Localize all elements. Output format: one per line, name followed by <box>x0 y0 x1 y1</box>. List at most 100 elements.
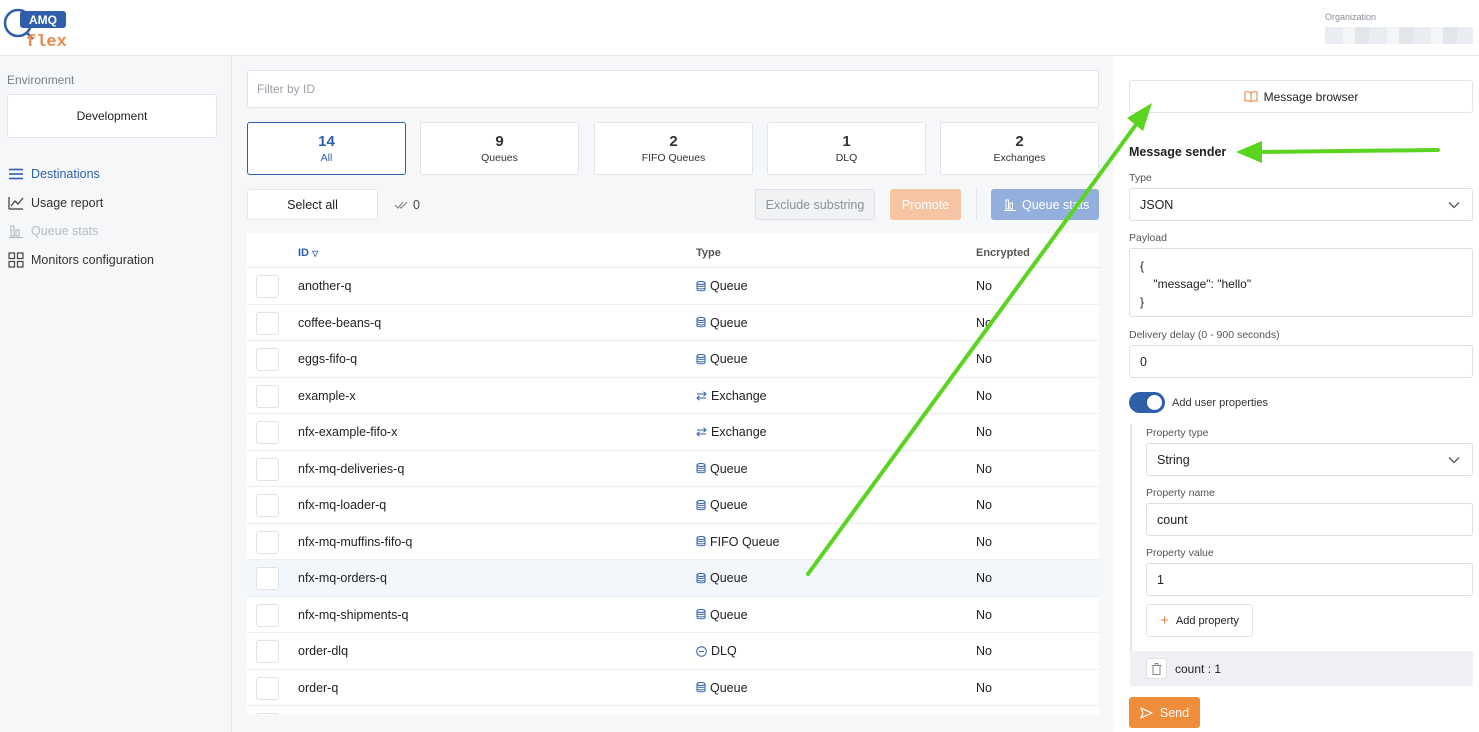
destination-type-label: Queue <box>710 279 748 293</box>
table-row[interactable]: nfx-mq-loader-q Queue No <box>247 487 1099 524</box>
row-checkbox[interactable] <box>256 457 279 481</box>
card-count: 9 <box>495 133 504 150</box>
property-name-label: Property name <box>1146 487 1215 499</box>
row-checkbox[interactable] <box>256 421 279 444</box>
message-browser-button[interactable]: Message browser <box>1129 80 1473 113</box>
database-icon <box>696 280 706 291</box>
destination-id[interactable]: order-q <box>298 681 338 695</box>
table-row[interactable]: nfx-mq-shipments-q Queue No <box>247 597 1099 633</box>
destination-type: Queue <box>696 279 748 293</box>
organization-selector[interactable] <box>1325 27 1473 44</box>
sidebar-item-usage-report[interactable]: Usage report <box>8 189 154 218</box>
card-fifo-queues[interactable]: 2 FIFO Queues <box>594 122 753 175</box>
destination-encrypted: No <box>976 461 992 476</box>
sidebar-item-label: Queue stats <box>31 224 99 239</box>
card-label: All <box>320 152 333 164</box>
list-icon <box>9 168 23 180</box>
row-checkbox[interactable] <box>256 713 279 715</box>
row-checkbox[interactable] <box>256 676 279 700</box>
property-type-select[interactable]: String <box>1146 443 1473 476</box>
table-row[interactable]: nfx-mq-orders-q Queue No <box>247 560 1099 597</box>
sidebar-item-queue-stats[interactable]: Queue stats <box>8 217 154 246</box>
table-row[interactable]: coffee-beans-q Queue No <box>247 305 1099 341</box>
card-label: DLQ <box>835 152 858 164</box>
row-checkbox[interactable] <box>256 311 279 335</box>
destination-type: Exchange <box>696 425 767 439</box>
property-value-input[interactable]: 1 <box>1146 563 1473 596</box>
destination-id[interactable]: another-q <box>298 279 352 293</box>
row-checkbox[interactable] <box>256 567 279 590</box>
destination-type-label: DLQ <box>711 644 737 658</box>
destination-encrypted: No <box>976 498 992 512</box>
destination-id[interactable]: eggs-fifo-q <box>298 352 357 366</box>
destination-type: Queue <box>696 462 748 476</box>
table-row[interactable]: example-x Exchange No <box>247 378 1099 414</box>
card-all[interactable]: 14 All <box>247 122 406 175</box>
user-properties-toggle[interactable] <box>1129 392 1165 413</box>
destination-id[interactable]: nfx-mq-muffins-fifo-q <box>298 535 412 549</box>
card-label: Exchanges <box>993 152 1046 164</box>
delivery-delay-input[interactable]: 0 <box>1129 345 1473 378</box>
row-checkbox[interactable] <box>256 603 279 627</box>
database-icon <box>696 536 706 547</box>
row-checkbox[interactable] <box>256 530 279 554</box>
card-exchanges[interactable]: 2 Exchanges <box>940 122 1099 175</box>
filter-by-id-input[interactable] <box>247 70 1099 108</box>
exclude-substring-button[interactable]: Exclude substring <box>755 189 875 220</box>
property-name-input[interactable]: count <box>1146 503 1473 536</box>
logo-text-top: AMQ <box>29 13 57 27</box>
table-row[interactable]: order-dlq DLQ No <box>247 633 1099 670</box>
sidebar-nav: Destinations Usage report Queue stats Mo… <box>8 160 154 274</box>
row-checkbox[interactable] <box>256 348 279 371</box>
sidebar-item-monitors-configuration[interactable]: Monitors configuration <box>8 246 154 275</box>
database-icon <box>696 682 706 693</box>
message-type-select[interactable]: JSON <box>1129 188 1473 221</box>
row-checkbox[interactable] <box>256 275 279 298</box>
table-body: another-q Queue No coffee-beans-q Queue No egg… <box>247 268 1099 715</box>
select-all-button[interactable]: Select all <box>247 189 378 220</box>
amq-flex-logo[interactable]: AMQ flex <box>2 4 72 50</box>
destination-id[interactable]: nfx-mq-deliveries-q <box>298 462 404 476</box>
destination-encrypted: No <box>976 571 992 585</box>
selected-count-value: 0 <box>413 198 420 212</box>
destination-encrypted: No <box>976 644 992 658</box>
add-property-button[interactable]: + Add property <box>1146 604 1253 637</box>
sidebar-item-label: Monitors configuration <box>31 252 154 267</box>
destination-encrypted: No <box>976 534 992 549</box>
bar-chart-icon <box>1004 199 1016 211</box>
queue-stats-button[interactable]: Queue stats <box>991 189 1099 220</box>
sidebar-item-destinations[interactable]: Destinations <box>8 160 154 189</box>
destination-id[interactable]: nfx-mq-orders-q <box>298 571 387 585</box>
table-row[interactable]: eggs-fifo-q Queue No <box>247 341 1099 378</box>
card-count: 2 <box>669 133 678 150</box>
chart-line-icon <box>8 196 24 210</box>
promote-button[interactable]: Promote <box>890 189 961 220</box>
sidebar: Environment Development Destinations Usa… <box>0 56 232 732</box>
destination-type-label: Queue <box>710 498 748 512</box>
table-row[interactable]: nfx-example-fifo-x Exchange No <box>247 414 1099 451</box>
send-button[interactable]: Send <box>1129 697 1200 728</box>
card-label: Queues <box>481 152 518 164</box>
destination-id[interactable]: nfx-mq-loader-q <box>298 498 386 512</box>
destination-id[interactable]: nfx-example-fifo-x <box>298 425 397 439</box>
table-row[interactable]: another-q Queue No <box>247 268 1099 305</box>
table-row[interactable]: nfx-mq-deliveries-q Queue No <box>247 451 1099 487</box>
destination-id[interactable]: example-x <box>298 389 356 403</box>
payload-editor[interactable]: { "message": "hello" } <box>1129 248 1473 317</box>
environment-selector[interactable]: Development <box>7 94 217 138</box>
card-dlq[interactable]: 1 DLQ <box>767 122 926 175</box>
destination-id[interactable]: coffee-beans-q <box>298 316 381 330</box>
column-header-type[interactable]: Type <box>696 247 721 259</box>
destination-id[interactable]: order-dlq <box>298 644 348 658</box>
card-queues[interactable]: 9 Queues <box>420 122 579 175</box>
destination-id[interactable]: nfx-mq-shipments-q <box>298 608 408 622</box>
row-checkbox[interactable] <box>256 640 279 663</box>
column-header-encrypted[interactable]: Encrypted <box>976 247 1030 259</box>
table-row[interactable]: order-q Queue No <box>247 670 1099 706</box>
column-header-id[interactable]: ID ▽ <box>298 247 318 259</box>
delete-property-button[interactable] <box>1146 658 1167 679</box>
row-checkbox[interactable] <box>256 384 279 408</box>
table-row[interactable]: nfx-mq-muffins-fifo-q FIFO Queue No <box>247 524 1099 560</box>
property-value-value: 1 <box>1157 572 1164 587</box>
row-checkbox[interactable] <box>256 494 279 517</box>
